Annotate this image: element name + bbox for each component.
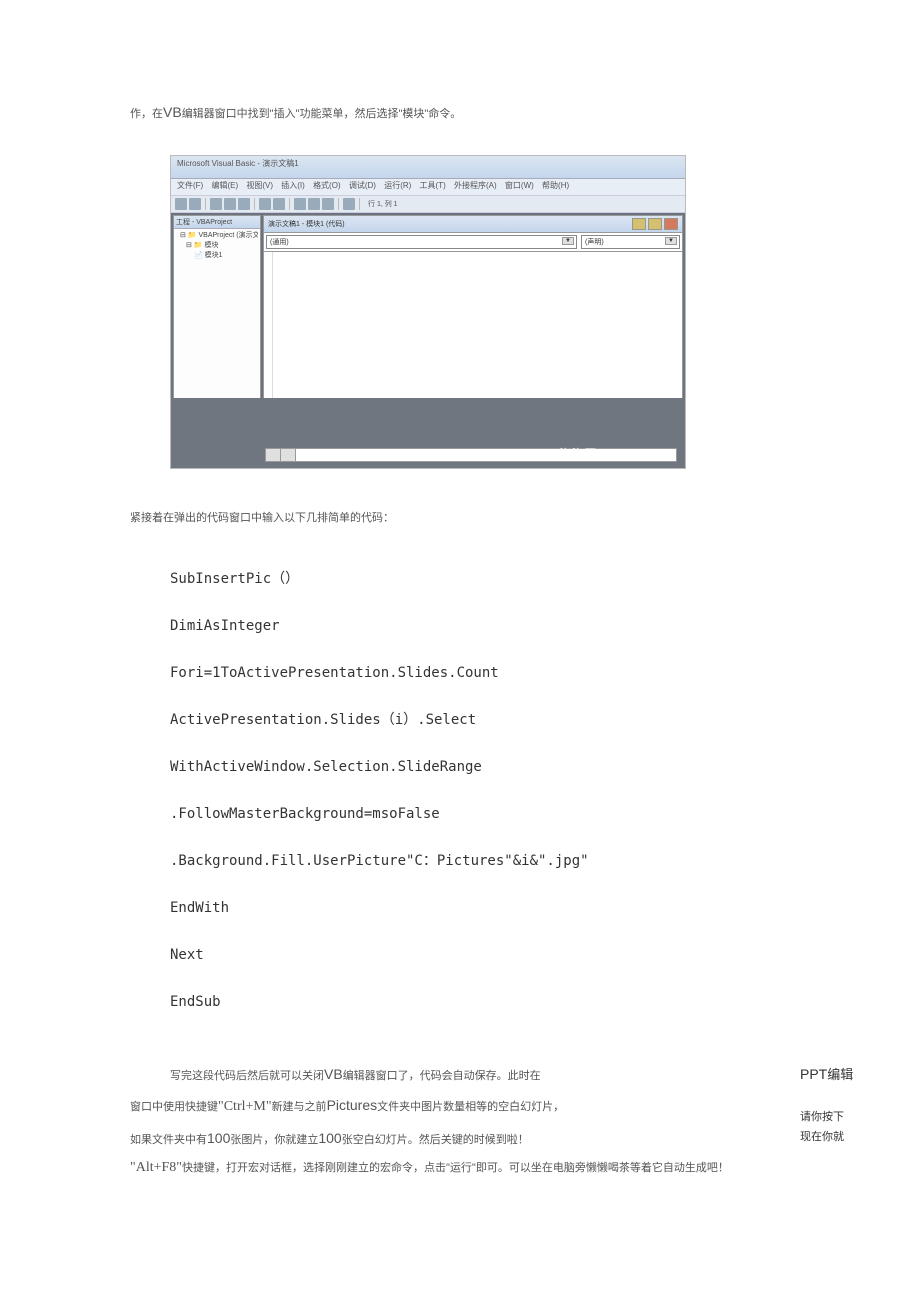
code-line: Fori=1ToActivePresentation.Slides.Count	[170, 663, 750, 684]
tree-item: 📄 模块1	[176, 251, 258, 261]
code-line: SubInsertPic（）	[170, 569, 750, 590]
toolbar-icon	[343, 198, 355, 210]
window-title: Microsoft Visual Basic - 演示文稿1	[171, 156, 685, 179]
menu-insert: 插入(I)	[281, 181, 305, 190]
text-100: 100	[318, 1130, 341, 1146]
text-vb: VB	[324, 1066, 343, 1082]
code-line: Next	[170, 945, 750, 966]
text-100: 100	[207, 1130, 230, 1146]
toolbar-separator	[359, 198, 360, 210]
text-ppt: PPT	[800, 1066, 827, 1082]
intro-rest: 编辑器窗口中找到"插入"功能菜单，然后选择"模块"命令。	[182, 108, 462, 120]
right-float3: 现在你就	[800, 1125, 890, 1149]
procedure-dropdown: (声明)	[581, 235, 680, 249]
menu-file: 文件(F)	[177, 181, 203, 190]
text: 新建与之前	[272, 1101, 327, 1113]
text-shortcut: "Ctrl+M"	[218, 1099, 272, 1114]
toolbar-position: 行 1, 列 1	[368, 199, 398, 209]
intro-paragraph: 作，在VB编辑器窗口中找到"插入"功能菜单，然后选择"模块"命令。	[130, 100, 790, 125]
toolbar: 行 1, 列 1	[171, 196, 685, 213]
intro-text: 作，在	[130, 108, 163, 120]
object-dropdown: (通用)	[266, 235, 577, 249]
text: 张空白幻灯片。然后关键的时候到啦！	[342, 1134, 529, 1146]
view-tab	[266, 449, 281, 461]
toolbar-icon	[224, 198, 236, 210]
minimize-icon	[632, 218, 646, 230]
intro-vb: VB	[163, 104, 182, 120]
code-title-text: 演示文稿1 - 模块1 (代码)	[268, 219, 345, 229]
code-line: ActivePresentation.Slides（i）.Select	[170, 710, 750, 731]
menu-addins: 外接程序(A)	[454, 181, 497, 190]
bottom-line2: 窗口中使用快捷键"Ctrl+M"新建与之前Pictures文件夹中图片数量相等的…	[130, 1090, 790, 1123]
code-line: EndWith	[170, 898, 750, 919]
tree-item: ⊟ 📁 VBAProject (演示文稿	[176, 231, 258, 241]
close-icon	[664, 218, 678, 230]
maximize-icon	[648, 218, 662, 230]
menu-help: 帮助(H)	[542, 181, 569, 190]
toolbar-icon	[273, 198, 285, 210]
vb-editor-screenshot: Microsoft Visual Basic - 演示文稿1 文件(F) 编辑(…	[170, 155, 686, 469]
toolbar-icon	[308, 198, 320, 210]
toolbar-icon	[238, 198, 250, 210]
menu-run: 运行(R)	[384, 181, 411, 190]
menu-tools: 工具(T)	[420, 181, 446, 190]
text-pictures: Pictures	[327, 1097, 378, 1113]
text: 快捷键，打开宏对话框，选择刚刚建立的宏命令，点击"运行"即可。可以坐在电脑旁懒懒…	[182, 1162, 729, 1174]
text: 窗口中使用快捷键	[130, 1101, 218, 1113]
right-float1: PPT编辑	[800, 1059, 890, 1090]
bottom-line1: 写完这段代码后然后就可以关闭VB编辑器窗口了，代码会自动保存。此时在	[130, 1059, 790, 1090]
toolbar-icon	[189, 198, 201, 210]
text: 文件夹中图片数量相等的空白幻灯片，	[377, 1101, 564, 1113]
text: 张图片，你就建立	[230, 1134, 318, 1146]
menu-bar: 文件(F) 编辑(E) 视图(V) 插入(I) 格式(O) 调试(D) 运行(R…	[171, 179, 685, 196]
code-line: WithActiveWindow.Selection.SlideRange	[170, 757, 750, 778]
text: 编辑	[827, 1067, 853, 1082]
tree-title: 工程 - VBAProject	[174, 216, 260, 229]
code-line: .FollowMasterBackground=msoFalse	[170, 804, 750, 825]
text: 编辑器窗口了，代码会自动保存。此时在	[343, 1070, 541, 1082]
toolbar-icon	[175, 198, 187, 210]
intro2-paragraph: 紧接着在弹出的代码窗口中输入以下几排简单的代码：	[130, 509, 790, 529]
menu-view: 视图(V)	[246, 181, 273, 190]
menu-edit: 编辑(E)	[211, 181, 238, 190]
bottom-line3: 如果文件夹中有100张图片，你就建立100张空白幻灯片。然后关键的时候到啦！	[130, 1123, 790, 1154]
window-buttons	[632, 218, 678, 230]
screenshot-container: Microsoft Visual Basic - 演示文稿1 文件(F) 编辑(…	[130, 155, 790, 469]
code-window-title: 演示文稿1 - 模块1 (代码)	[263, 215, 683, 232]
text-shortcut: "Alt+F8"	[130, 1160, 182, 1175]
toolbar-icon	[322, 198, 334, 210]
tree-item: ⊟ 📁 模块	[176, 241, 258, 251]
toolbar-separator	[205, 198, 206, 210]
bottom-line4: "Alt+F8"快捷键，打开宏对话框，选择刚刚建立的宏命令，点击"运行"即可。可…	[130, 1153, 790, 1184]
toolbar-icon	[210, 198, 222, 210]
menu-window: 窗口(W)	[505, 181, 534, 190]
toolbar-icon	[294, 198, 306, 210]
code-line: .Background.Fill.UserPicture"C：Pictures"…	[170, 851, 750, 872]
menu-debug: 调试(D)	[349, 181, 376, 190]
code-line: DimiAsInteger	[170, 616, 750, 637]
text: 写完这段代码后然后就可以关闭	[170, 1070, 324, 1082]
menu-format: 格式(O)	[313, 181, 341, 190]
code-block: SubInsertPic（） DimiAsInteger Fori=1ToAct…	[130, 559, 790, 1049]
code-dropdowns: (通用) (声明)	[263, 232, 683, 251]
toolbar-separator	[289, 198, 290, 210]
toolbar-icon	[259, 198, 271, 210]
view-tab	[281, 449, 296, 461]
toolbar-separator	[254, 198, 255, 210]
code-line: EndSub	[170, 992, 750, 1013]
bottom-paragraph: 写完这段代码后然后就可以关闭VB编辑器窗口了，代码会自动保存。此时在 PPT编辑…	[130, 1059, 790, 1184]
text: 如果文件夹中有	[130, 1134, 207, 1146]
watermark: 泡泡网 PCPOP.COM	[559, 445, 677, 462]
toolbar-separator	[338, 198, 339, 210]
